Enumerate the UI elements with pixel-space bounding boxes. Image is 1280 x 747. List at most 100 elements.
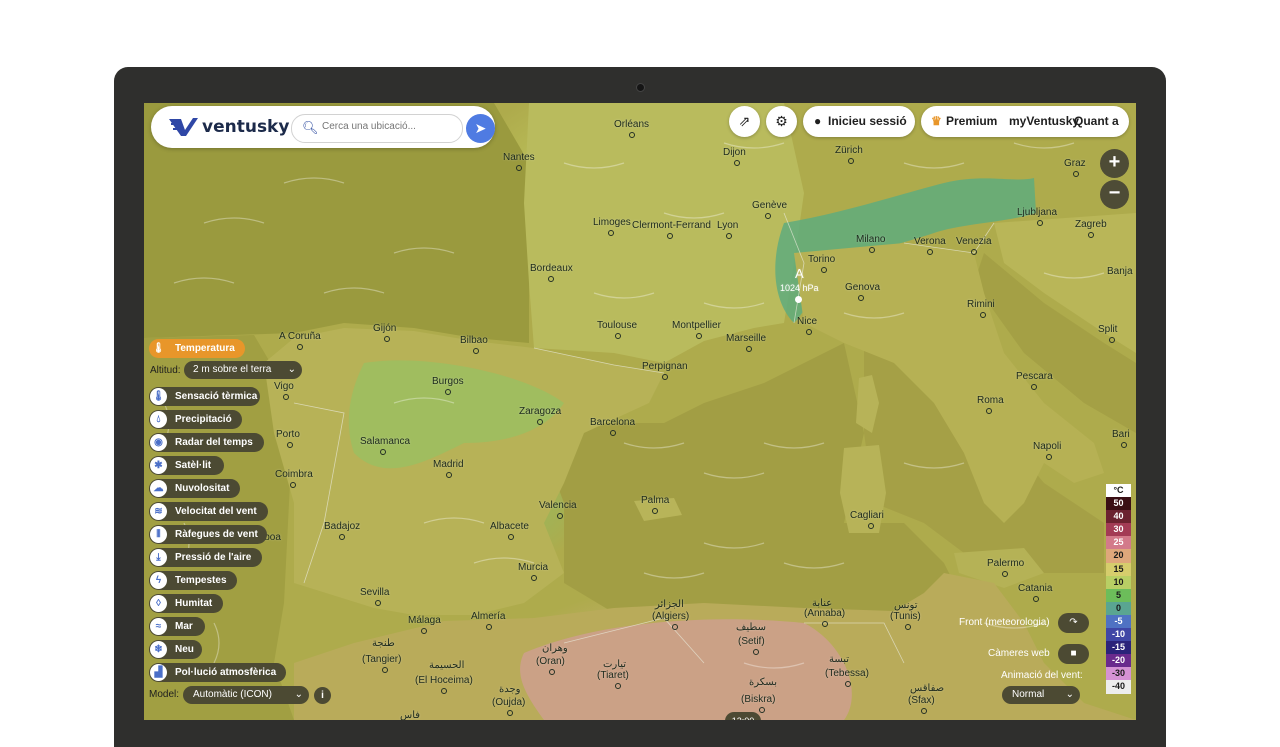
model-info-button[interactable]: i — [314, 687, 331, 704]
share-button[interactable]: ⇗ — [729, 106, 760, 137]
city-label[interactable]: Milano — [856, 234, 885, 245]
city-label[interactable]: Genève — [752, 200, 787, 211]
city-label[interactable]: (Oujda) — [492, 697, 525, 708]
city-label[interactable]: Rimini — [967, 299, 995, 310]
city-label[interactable]: Gijón — [373, 323, 396, 334]
city-label[interactable]: (Tiaret) — [597, 670, 629, 681]
city-label[interactable]: Palma — [641, 495, 669, 506]
timeline-time[interactable]: 12:00 — [725, 712, 761, 720]
city-label[interactable]: A Coruña — [279, 331, 321, 342]
layer-item[interactable]: ✱ Satèl·lit — [149, 456, 224, 475]
layer-item[interactable]: ◉ Radar del temps — [149, 433, 264, 452]
front-toggle[interactable]: ↷ — [1058, 613, 1089, 633]
city-label[interactable]: Coimbra — [275, 469, 313, 480]
city-label[interactable]: Zagreb — [1075, 219, 1107, 230]
city-label[interactable]: Madrid — [433, 459, 464, 470]
city-label[interactable]: Napoli — [1033, 441, 1061, 452]
city-label[interactable]: Valencia — [539, 500, 577, 511]
city-label[interactable]: Sevilla — [360, 587, 389, 598]
city-label[interactable]: Graz — [1064, 158, 1086, 169]
city-label[interactable]: Montpellier — [672, 320, 721, 331]
city-label[interactable]: Zaragoza — [519, 406, 561, 417]
layer-item[interactable]: ⤓ Pressió de l'aire — [149, 548, 262, 567]
layer-item[interactable]: 🌡︎ Sensació tèrmica — [149, 387, 260, 406]
city-label[interactable]: Torino — [808, 254, 835, 265]
city-label[interactable]: Bilbao — [460, 335, 488, 346]
city-label[interactable]: Ljubljana — [1017, 207, 1057, 218]
myventusky-link[interactable]: myVentusky — [1009, 106, 1079, 137]
city-label[interactable]: Nantes — [503, 152, 535, 163]
city-label[interactable]: Lyon — [717, 220, 738, 231]
zoom-out-button[interactable]: − — [1100, 180, 1129, 209]
layer-item[interactable]: ◊ Humitat — [149, 594, 223, 613]
layer-item[interactable]: 💧︎ Precipitació — [149, 410, 242, 429]
model-select[interactable]: Automàtic (ICON) ⌄ — [183, 686, 309, 704]
city-label[interactable]: Porto — [276, 429, 300, 440]
city-label[interactable]: Albacete — [490, 521, 529, 532]
premium-link[interactable]: Premium — [946, 106, 997, 137]
city-label[interactable]: Split — [1098, 324, 1117, 335]
city-label[interactable]: (Tunis) — [890, 611, 921, 622]
city-label[interactable]: وهران — [542, 643, 568, 654]
city-label[interactable]: طنجة — [372, 638, 395, 649]
city-label[interactable]: سطيف — [736, 622, 766, 633]
ventusky-logo-icon[interactable] — [167, 116, 199, 138]
city-label[interactable]: (El Hoceima) — [415, 675, 473, 686]
city-label[interactable]: (Oran) — [536, 656, 565, 667]
layer-item[interactable]: ▟ Pol·lució atmosfèrica — [149, 663, 286, 682]
city-label[interactable]: Pescara — [1016, 371, 1053, 382]
city-label[interactable]: تونس — [894, 600, 917, 611]
layer-item[interactable]: ≈ Mar — [149, 617, 205, 636]
city-label[interactable]: Vigo — [274, 381, 294, 392]
layer-temperature[interactable]: 🌡︎ Temperatura — [149, 339, 245, 358]
city-label[interactable]: Zürich — [835, 145, 863, 156]
city-label[interactable]: بسكرة — [749, 677, 777, 688]
city-label[interactable]: Verona — [914, 236, 946, 247]
city-label[interactable]: Almería — [471, 611, 505, 622]
city-label[interactable]: Salamanca — [360, 436, 410, 447]
city-label[interactable]: Clermont-Ferrand — [632, 220, 711, 231]
map-screen[interactable]: Orléans Nantes Dijon Zürich Graz Genève Ljublj… — [144, 103, 1136, 720]
city-label[interactable]: Orléans — [614, 119, 649, 130]
city-label[interactable]: Perpignan — [642, 361, 688, 372]
city-label[interactable]: Banja — [1107, 266, 1133, 277]
city-label[interactable]: Roma — [977, 395, 1004, 406]
city-label[interactable]: Dijon — [723, 147, 746, 158]
city-label[interactable]: صفاقس — [910, 683, 944, 694]
city-label[interactable]: (Tebessa) — [825, 668, 869, 679]
login-button[interactable]: ● Inicieu sessió — [803, 106, 915, 137]
city-label[interactable]: (Sfax) — [908, 695, 935, 706]
city-label[interactable]: Palermo — [987, 558, 1024, 569]
layer-item[interactable]: ≋ Velocitat del vent — [149, 502, 268, 521]
webcams-toggle[interactable]: ■ — [1058, 644, 1089, 664]
city-label[interactable]: Bordeaux — [530, 263, 573, 274]
animation-select[interactable]: Normal ⌄ — [1002, 686, 1080, 704]
city-label[interactable]: Cagliari — [850, 510, 884, 521]
layer-item[interactable]: ϟ Tempestes — [149, 571, 237, 590]
search-box[interactable]: 🔍︎ — [291, 114, 463, 143]
city-label[interactable]: Bari — [1112, 429, 1130, 440]
city-label[interactable]: Catania — [1018, 583, 1052, 594]
city-label[interactable]: تبسة — [829, 654, 849, 665]
city-label[interactable]: (Algiers) — [652, 611, 689, 622]
city-label[interactable]: Venezia — [956, 236, 992, 247]
city-label[interactable]: Toulouse — [597, 320, 637, 331]
layer-item[interactable]: ☁ Nuvolositat — [149, 479, 240, 498]
city-label[interactable]: (Annaba) — [804, 608, 845, 619]
city-label[interactable]: وجدة — [499, 684, 521, 695]
layer-item[interactable]: ⦀ Ràfegues de vent — [149, 525, 267, 544]
geolocate-button[interactable]: ➤ — [466, 114, 495, 143]
city-label[interactable]: Nice — [797, 316, 817, 327]
zoom-in-button[interactable]: + — [1100, 149, 1129, 178]
city-label[interactable]: (Tangier) — [362, 654, 401, 665]
search-input[interactable] — [320, 120, 454, 133]
settings-button[interactable]: ⚙ — [766, 106, 797, 137]
altitude-select[interactable]: 2 m sobre el terra ⌄ — [184, 361, 302, 379]
logo-text[interactable]: ventusky — [202, 117, 289, 137]
city-label[interactable]: الجزائر — [655, 599, 684, 610]
city-label[interactable]: Málaga — [408, 615, 441, 626]
city-label[interactable]: تيارت — [603, 659, 626, 670]
city-label[interactable]: Barcelona — [590, 417, 635, 428]
city-label[interactable]: Murcia — [518, 562, 548, 573]
city-label[interactable]: (Biskra) — [741, 694, 775, 705]
